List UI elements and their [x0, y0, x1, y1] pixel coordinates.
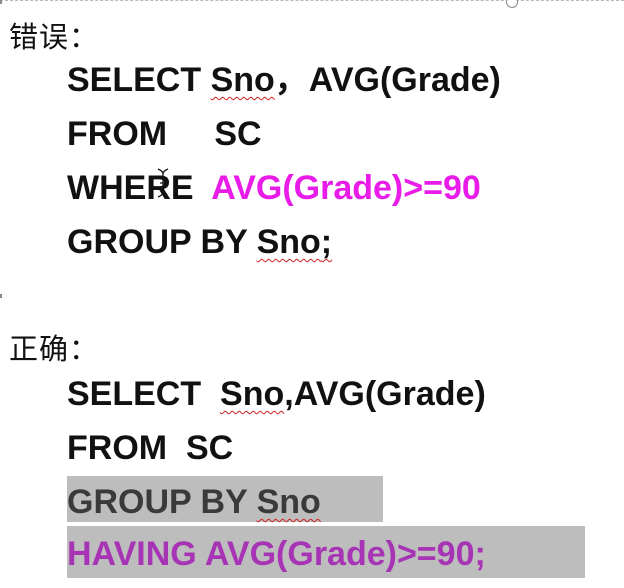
- keyword-from: FROM: [67, 115, 215, 153]
- resize-handle-icon[interactable]: [506, 0, 518, 8]
- column-sno: Sno: [210, 61, 275, 99]
- right-line-from[interactable]: FROM SC: [67, 428, 233, 468]
- statement-end: ;: [320, 223, 333, 261]
- right-heading: 正确：: [9, 332, 100, 366]
- slide-canvas: 错误： SELECT Sno，AVG(Grade) FROM SC WHERE …: [0, 0, 624, 588]
- wrong-line-group-by[interactable]: GROUP BY Sno;: [67, 222, 332, 262]
- textbox-border: [0, 0, 624, 1]
- where-condition-error: AVG(Grade)>=90: [211, 169, 481, 207]
- select-rest: ，AVG(Grade): [274, 61, 501, 99]
- table-sc: SC: [214, 115, 262, 153]
- select-rest: ,AVG(Grade): [284, 375, 486, 413]
- keyword-where: WHERE: [67, 169, 212, 207]
- left-edge-marker: [0, 0, 2, 4]
- right-line-select[interactable]: SELECT Sno,AVG(Grade): [67, 374, 486, 414]
- keyword-select: SELECT: [67, 61, 211, 99]
- right-line-having[interactable]: HAVING AVG(Grade)>=90;: [67, 534, 486, 574]
- keyword-group-by: GROUP BY: [67, 223, 257, 261]
- wrong-line-where[interactable]: WHERE AVG(Grade)>=90: [67, 168, 481, 208]
- column-sno: Sno: [256, 483, 321, 521]
- wrong-heading: 错误：: [9, 20, 100, 54]
- column-sno: Sno: [256, 223, 321, 261]
- keyword-select: SELECT: [67, 375, 221, 413]
- column-sno: Sno: [220, 375, 285, 413]
- wrong-line-from[interactable]: FROM SC: [67, 114, 262, 154]
- left-edge-marker: [0, 294, 2, 298]
- text-cursor-ibeam-icon: [157, 168, 169, 198]
- table-sc: SC: [185, 429, 234, 467]
- keyword-group-by: GROUP BY: [67, 483, 257, 521]
- right-line-group-by[interactable]: GROUP BY Sno: [67, 482, 321, 522]
- keyword-from: FROM: [67, 429, 186, 467]
- wrong-line-select[interactable]: SELECT Sno，AVG(Grade): [67, 60, 501, 100]
